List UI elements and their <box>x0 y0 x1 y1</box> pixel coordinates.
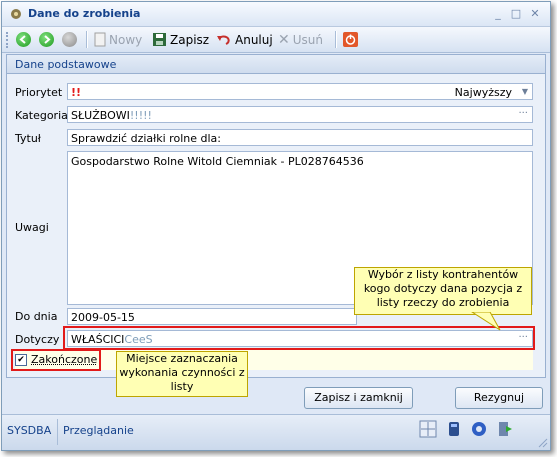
delete-button-label: Usuń <box>292 32 323 47</box>
category-field[interactable]: SŁUŻBOWI!!!!! ··· <box>67 106 533 123</box>
due-date-input[interactable]: 2009-05-15 <box>67 308 357 325</box>
maximize-button[interactable]: □ <box>508 6 524 22</box>
window-title: Dane do zrobienia <box>28 7 141 20</box>
title-label: Tytuł <box>15 132 41 145</box>
category-value: SŁUŻBOWI <box>71 109 130 122</box>
save-button[interactable]: Zapisz <box>152 30 209 49</box>
category-suffix: !!!!! <box>129 109 152 122</box>
delete-button[interactable]: ✕ Usuń <box>278 30 323 49</box>
save-button-label: Zapisz <box>170 32 210 47</box>
app-icon <box>11 9 21 19</box>
floppy-disk-icon <box>153 33 166 46</box>
minimize-button[interactable]: _ <box>490 6 506 22</box>
related-label: Dotyczy <box>15 333 60 346</box>
priority-label: Priorytet <box>15 86 63 99</box>
delete-x-icon: ✕ <box>278 31 290 48</box>
save-close-button[interactable]: Zapisz i zamknij <box>304 387 413 409</box>
notes-label: Uwagi <box>15 221 49 234</box>
refresh-button[interactable] <box>62 30 77 49</box>
disabled-circle-icon <box>62 32 77 47</box>
cancel-button[interactable]: Anuluj <box>216 30 273 49</box>
due-date-label: Do dnia <box>15 310 58 323</box>
group-title: Dane podstawowe <box>15 58 117 71</box>
calculator-icon[interactable] <box>419 420 437 438</box>
close-form-button[interactable] <box>343 30 358 49</box>
new-button[interactable]: Nowy <box>94 30 142 49</box>
toolbar-grip[interactable] <box>6 32 11 48</box>
new-document-icon <box>94 32 106 47</box>
toolbar-separator <box>86 31 88 48</box>
ellipsis-icon[interactable]: ··· <box>518 108 528 119</box>
status-mode: Przeglądanie <box>63 424 134 437</box>
priority-value: Najwyższy <box>454 86 512 99</box>
forward-button[interactable] <box>39 30 54 49</box>
related-callout: Wybór z listy kontrahentów kogo dotyczy … <box>354 267 532 315</box>
related-callout-text: Wybór z listy kontrahentów kogo dotyczy … <box>363 268 523 309</box>
status-bar: SYSDBA Przeglądanie <box>2 414 550 450</box>
due-date-value: 2009-05-15 <box>71 311 135 324</box>
toolbar-separator <box>335 31 337 48</box>
status-divider <box>57 419 58 445</box>
category-label: Kategoria <box>15 109 68 122</box>
status-user: SYSDBA <box>7 424 52 437</box>
title-bar[interactable]: Dane do zrobienia _ □ ✕ <box>2 2 550 27</box>
undo-icon <box>217 35 230 45</box>
new-button-label: Nowy <box>109 32 143 47</box>
settings-gear-icon[interactable] <box>470 420 488 438</box>
completed-callout-text: Miejsce zaznaczania wykonania czynności … <box>119 352 245 393</box>
back-button[interactable] <box>16 30 31 49</box>
callout-pointer-icon <box>471 312 501 331</box>
priority-select[interactable]: !! Najwyższy ▼ <box>67 83 533 100</box>
chevron-down-icon[interactable]: ▼ <box>522 87 528 96</box>
resize-grip-icon[interactable] <box>538 438 548 448</box>
category-value-group: SŁUŻBOWI!!!!! <box>71 109 152 122</box>
title-input[interactable]: Sprawdzić działki rolne dla: <box>67 129 533 146</box>
toolbar: Nowy Zapisz Anuluj ✕ Usuń <box>2 27 550 53</box>
resign-button[interactable]: Rezygnuj <box>455 387 543 409</box>
close-button[interactable]: ✕ <box>527 6 543 22</box>
title-value: Sprawdzić działki rolne dla: <box>71 132 221 145</box>
dialog-window: Dane do zrobienia _ □ ✕ Nowy Zapisz Anul… <box>1 1 551 451</box>
notes-value: Gospodarstwo Rolne Witold Ciemniak - PL0… <box>71 155 364 168</box>
cancel-button-label: Anuluj <box>235 32 273 47</box>
forward-arrow-icon <box>39 32 54 47</box>
database-icon[interactable] <box>445 420 463 438</box>
completed-callout: Miejsce zaznaczania wykonania czynności … <box>116 351 248 397</box>
group-header: Dane podstawowe <box>7 55 545 74</box>
priority-marker: !! <box>71 86 82 99</box>
exit-door-icon[interactable] <box>496 420 514 438</box>
completed-highlight-frame <box>11 349 101 371</box>
power-icon <box>343 32 358 47</box>
back-arrow-icon <box>16 32 31 47</box>
